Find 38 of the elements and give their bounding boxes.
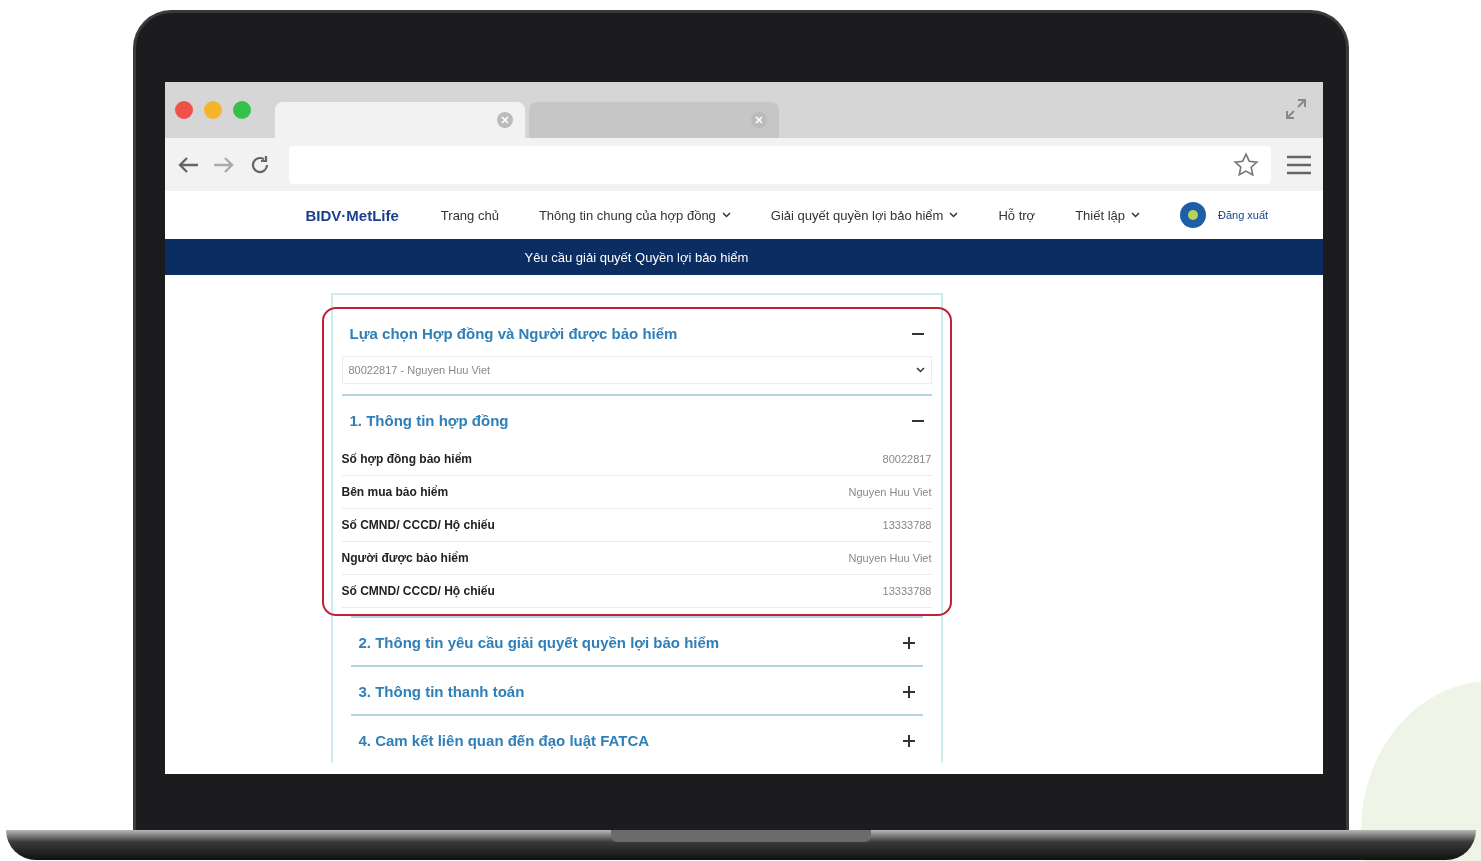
- field-value: Nguyen Huu Viet: [848, 486, 932, 498]
- plus-icon[interactable]: [902, 734, 915, 747]
- section-title[interactable]: 4. Cam kết liên quan đến đạo luật FATCA: [358, 732, 650, 749]
- field-value: 13333788: [882, 519, 932, 531]
- field-value: 80022817: [882, 453, 932, 465]
- section-title[interactable]: 2. Thông tin yêu cầu giải quyết quyền lợi bảo hiểm: [358, 634, 720, 651]
- minus-icon[interactable]: [911, 419, 924, 422]
- field-label: Người được bảo hiểm: [341, 551, 469, 565]
- expand-icon[interactable]: [1284, 98, 1307, 120]
- nav-link[interactable]: Trang chủ: [440, 207, 499, 223]
- field-value: 13333788: [882, 585, 932, 597]
- section-title[interactable]: Lựa chọn Hợp đồng và Người được bảo hiểm: [349, 325, 678, 342]
- plus-icon[interactable]: [902, 636, 915, 649]
- section-title[interactable]: 1. Thông tin hợp đồng: [349, 412, 509, 429]
- nav-link[interactable]: Hỗ trợ: [998, 207, 1036, 223]
- section-title[interactable]: 3. Thông tin thanh toán: [358, 683, 525, 700]
- field-label: Số CMND/ CCCD/ Hộ chiếu: [341, 584, 495, 598]
- chevron-down-icon: [915, 367, 925, 373]
- minus-icon[interactable]: [911, 332, 924, 335]
- contract-select[interactable]: 80022817 - Nguyen Huu Viet: [341, 356, 932, 384]
- menu-icon[interactable]: [1286, 154, 1311, 175]
- nav-link[interactable]: Thông tin chung của hợp đồng: [538, 207, 731, 223]
- window-dot-icon[interactable]: [203, 101, 222, 119]
- avatar-icon[interactable]: [1180, 202, 1206, 228]
- field-label: Bên mua bảo hiểm: [341, 485, 449, 499]
- window-dot-icon[interactable]: [232, 101, 251, 119]
- back-arrow-icon[interactable]: [176, 155, 199, 174]
- nav-link[interactable]: Thiết lập: [1075, 207, 1140, 223]
- field-label: Số hợp đồng bảo hiểm: [341, 452, 473, 466]
- brand-logo[interactable]: BIDV·MetLife: [305, 206, 399, 224]
- logout-link[interactable]: Đăng xuất: [1218, 209, 1269, 221]
- plus-icon[interactable]: [902, 685, 915, 698]
- address-field[interactable]: [288, 145, 1271, 184]
- window-dot-icon[interactable]: [174, 101, 193, 119]
- field-value: Nguyen Huu Viet: [848, 552, 932, 564]
- field-label: Số CMND/ CCCD/ Hộ chiếu: [341, 518, 495, 532]
- page-banner: Yêu cầu giải quyết Quyền lợi bảo hiểm: [164, 239, 1323, 275]
- nav-link[interactable]: Giải quyết quyền lợi bảo hiểm: [770, 207, 959, 223]
